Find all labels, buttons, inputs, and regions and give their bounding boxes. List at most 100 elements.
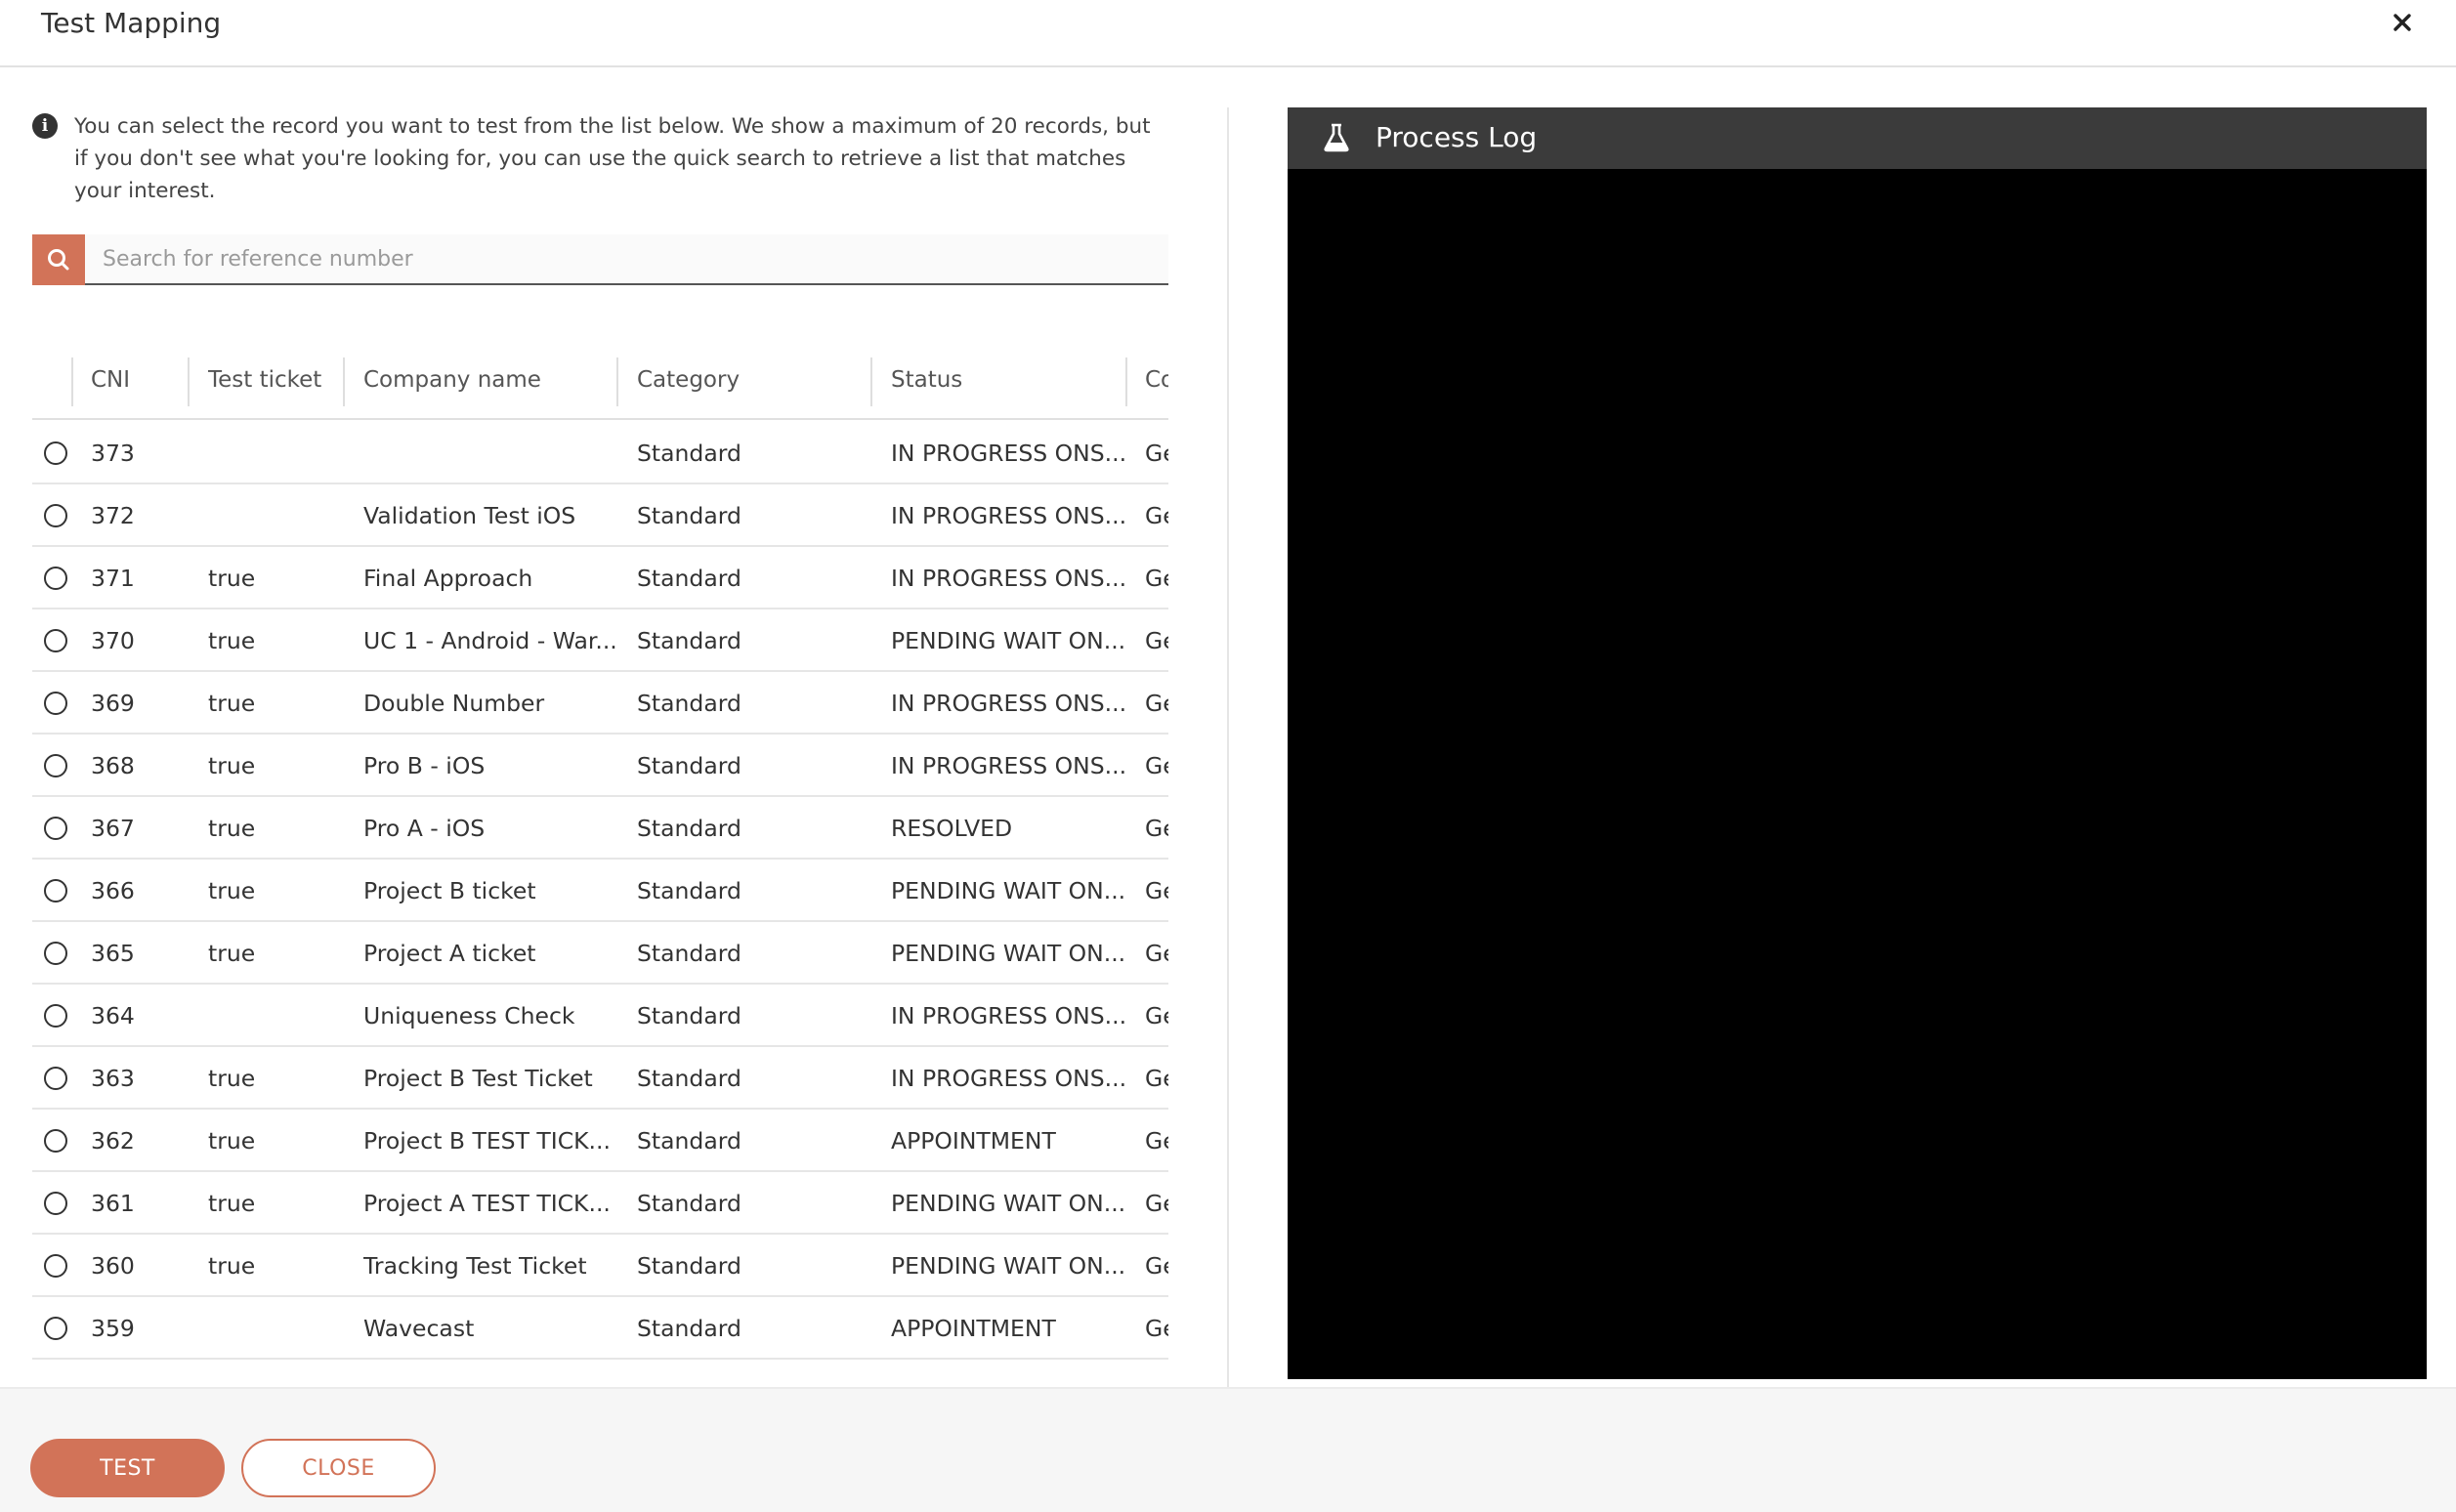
search-input[interactable]	[85, 234, 1168, 285]
cell-status: IN PROGRESS ONS...	[891, 1065, 1127, 1092]
cell-category: Standard	[637, 565, 741, 592]
row-select-radio[interactable]	[44, 942, 67, 965]
test-mapping-dialog: Test Mapping i You can select the record…	[0, 0, 2456, 1512]
cell-co: Ge	[1145, 1065, 1168, 1092]
cell-cni: 366	[91, 877, 135, 904]
cell-cni: 368	[91, 752, 135, 779]
cell-category: Standard	[637, 877, 741, 904]
column-separator[interactable]	[71, 357, 73, 406]
column-separator[interactable]	[870, 357, 872, 406]
row-select-radio[interactable]	[44, 1192, 67, 1215]
table-row[interactable]: 369 true Double Number Standard IN PROGRESS …	[32, 672, 1168, 735]
row-select-radio[interactable]	[44, 441, 67, 465]
row-select-radio[interactable]	[44, 754, 67, 777]
cell-category: Standard	[637, 440, 741, 467]
cell-company-name: Validation Test iOS	[363, 502, 576, 529]
cell-status: PENDING WAIT ON...	[891, 877, 1126, 904]
cell-co: Ge	[1145, 627, 1168, 654]
table-row[interactable]: 371 true Final Approach Standard IN PROGRESS…	[32, 547, 1168, 609]
cell-co: Ge	[1145, 440, 1168, 467]
cell-cni: 363	[91, 1065, 135, 1092]
cell-category: Standard	[637, 1065, 741, 1092]
cell-cni: 372	[91, 502, 135, 529]
cell-co: Ge	[1145, 1252, 1168, 1280]
cell-category: Standard	[637, 690, 741, 717]
cell-category: Standard	[637, 1190, 741, 1217]
cell-company-name: Double Number	[363, 690, 545, 717]
cell-category: Standard	[637, 752, 741, 779]
row-select-radio[interactable]	[44, 1004, 67, 1028]
records-table: CNI Test ticket Company name Category St…	[32, 344, 1168, 1377]
column-header-cni[interactable]: CNI	[91, 344, 218, 420]
test-button[interactable]: TEST	[30, 1439, 225, 1497]
column-separator[interactable]	[1125, 357, 1127, 406]
close-button[interactable]: CLOSE	[241, 1439, 436, 1497]
close-icon[interactable]	[2386, 6, 2419, 39]
row-select-radio[interactable]	[44, 817, 67, 840]
cell-cni: 364	[91, 1002, 135, 1029]
cell-status: PENDING WAIT ON...	[891, 1190, 1126, 1217]
table-row[interactable]: 359 Wavecast Standard APPOINTMENT Ge	[32, 1297, 1168, 1360]
cell-cni: 370	[91, 627, 135, 654]
column-header-status[interactable]: Status	[891, 344, 1106, 420]
column-header-test-ticket[interactable]: Test ticket	[208, 344, 345, 420]
table-row[interactable]: 370 true UC 1 - Android - War... Standard PE…	[32, 609, 1168, 672]
dialog-footer: TEST CLOSE	[0, 1387, 2456, 1512]
table-row[interactable]: 367 true Pro A - iOS Standard RESOLVED Ge	[32, 797, 1168, 860]
table-header: CNI Test ticket Company name Category St…	[32, 344, 1168, 420]
table-row[interactable]: 360 true Tracking Test Ticket Standard PENDI…	[32, 1235, 1168, 1297]
cell-test-ticket: true	[208, 1127, 256, 1155]
column-separator[interactable]	[188, 357, 190, 406]
cell-company-name: Pro B - iOS	[363, 752, 486, 779]
column-header-category[interactable]: Category	[637, 344, 852, 420]
row-select-radio[interactable]	[44, 1129, 67, 1153]
cell-category: Standard	[637, 1002, 741, 1029]
table-row[interactable]: 366 true Project B ticket Standard PENDING W…	[32, 860, 1168, 922]
dialog-header: Test Mapping	[0, 0, 2456, 67]
row-select-radio[interactable]	[44, 879, 67, 903]
cell-test-ticket	[208, 484, 355, 547]
cell-cni: 361	[91, 1190, 135, 1217]
table-row[interactable]: 362 true Project B TEST TICK... Standard APP…	[32, 1110, 1168, 1172]
cell-company-name	[363, 422, 617, 484]
cell-test-ticket: true	[208, 877, 256, 904]
cell-status: PENDING WAIT ON...	[891, 627, 1126, 654]
panel-divider	[1227, 107, 1229, 1387]
table-row[interactable]: 373 Standard IN PROGRESS ONS... Ge	[32, 422, 1168, 484]
table-row[interactable]: 363 true Project B Test Ticket Standard IN P…	[32, 1047, 1168, 1110]
column-header-co[interactable]: Co	[1145, 344, 1168, 420]
cell-status: PENDING WAIT ON...	[891, 1252, 1126, 1280]
cell-cni: 373	[91, 440, 135, 467]
cell-co: Ge	[1145, 1190, 1168, 1217]
row-select-radio[interactable]	[44, 692, 67, 715]
table-row[interactable]: 364 Uniqueness Check Standard IN PROGRESS O…	[32, 985, 1168, 1047]
cell-company-name: Final Approach	[363, 565, 533, 592]
cell-company-name: Wavecast	[363, 1315, 475, 1342]
column-separator[interactable]	[616, 357, 618, 406]
info-icon: i	[32, 113, 58, 139]
cell-co: Ge	[1145, 815, 1168, 842]
row-select-radio[interactable]	[44, 567, 67, 590]
column-separator[interactable]	[343, 357, 345, 406]
process-log-title: Process Log	[1376, 121, 1538, 153]
row-select-radio[interactable]	[44, 504, 67, 527]
cell-test-ticket: true	[208, 627, 256, 654]
cell-company-name: Project B ticket	[363, 877, 536, 904]
cell-test-ticket: true	[208, 815, 256, 842]
cell-cni: 359	[91, 1315, 135, 1342]
table-row[interactable]: 361 true Project A TEST TICK... Standard PEN…	[32, 1172, 1168, 1235]
row-select-radio[interactable]	[44, 1254, 67, 1278]
table-row[interactable]: 368 true Pro B - iOS Standard IN PROGRESS ON…	[32, 735, 1168, 797]
row-select-radio[interactable]	[44, 1317, 67, 1340]
info-message: You can select the record you want to te…	[74, 114, 1151, 203]
cell-company-name: Project B TEST TICK...	[363, 1127, 611, 1155]
search-button[interactable]	[32, 234, 85, 285]
table-row[interactable]: 365 true Project A ticket Standard PENDING W…	[32, 922, 1168, 985]
column-header-company-name[interactable]: Company name	[363, 344, 598, 420]
cell-co: Ge	[1145, 1002, 1168, 1029]
table-row[interactable]: 372 Validation Test iOS Standard IN PROGRES…	[32, 484, 1168, 547]
cell-test-ticket: true	[208, 1252, 256, 1280]
cell-co: Ge	[1145, 502, 1168, 529]
row-select-radio[interactable]	[44, 1067, 67, 1090]
row-select-radio[interactable]	[44, 629, 67, 652]
